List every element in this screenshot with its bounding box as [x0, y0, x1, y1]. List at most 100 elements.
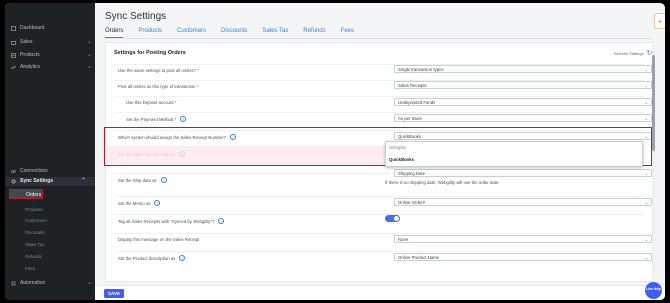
- scrollbar-thumb[interactable]: [652, 55, 655, 151]
- chevron-down-icon: ⌄: [644, 171, 648, 176]
- deposit-account-select[interactable]: Undeposited Funds ⌄: [394, 98, 652, 106]
- setting-label-text: Use the same settings to post all orders…: [118, 68, 199, 73]
- help-icon[interactable]: ?: [179, 255, 186, 261]
- help-icon[interactable]: ?: [154, 200, 161, 206]
- sidebar-item-label: Automation: [20, 280, 46, 286]
- select-value: As per Store: [398, 116, 422, 121]
- sidebar-item-label: Refunds: [25, 254, 42, 259]
- setting-label: Set the Payment Method *?: [126, 116, 187, 122]
- sidebar-item-label: Customers: [25, 218, 47, 223]
- sidebar-item-products[interactable]: Products ⌄: [11, 51, 92, 59]
- sidebar-subitem-customers[interactable]: Customers: [25, 217, 47, 224]
- chevron-up-icon: ⌃: [81, 178, 87, 184]
- setting-label-text: Tag all Sales Receipts with "Synced by W…: [118, 218, 215, 224]
- tab-sales-tax[interactable]: Sales Tax: [262, 28, 288, 38]
- sidebar-item-dashboard[interactable]: Dashboard: [11, 24, 44, 32]
- sidebar-subitem-fees[interactable]: Fees: [25, 265, 35, 272]
- setting-label-text: Use this Deposit account *: [126, 100, 177, 105]
- select-value: Shipping Date: [398, 171, 425, 176]
- tab-divider: [105, 38, 651, 39]
- sidebar: Dashboard Sales ⌄ Products ⌄ Analytics ⌄…: [5, 3, 95, 300]
- chevron-down-icon: ⌄: [87, 52, 93, 58]
- setting-label: Tag all Sales Receipts with "Synced by W…: [118, 218, 225, 224]
- scrollbar[interactable]: [652, 50, 655, 276]
- sidebar-item-label: Products: [25, 207, 43, 212]
- tab-discounts[interactable]: Discounts: [221, 28, 247, 38]
- setting-label: Set the Product description as?: [118, 255, 186, 261]
- chevron-down-icon: ⌄: [644, 83, 648, 88]
- setting-row: Tag all Sales Receipts with "Synced by W…: [114, 214, 644, 227]
- live-help-button[interactable]: Live Help: [645, 282, 662, 299]
- select-value: Online Product Name: [398, 255, 440, 260]
- refresh-label: Refresh Settings: [614, 50, 644, 56]
- sidebar-item-label: Sales Tax: [25, 242, 45, 247]
- plus-icon[interactable]: +: [654, 13, 665, 29]
- dashboard-icon: [11, 25, 16, 31]
- sidebar-item-label: Analytics: [20, 64, 41, 70]
- sidebar-item-sync-settings[interactable]: Sync Settings ⌃: [5, 177, 95, 186]
- tab-orders[interactable]: Orders: [105, 28, 124, 38]
- chevron-down-icon: ⌄: [644, 116, 648, 121]
- tab-customers[interactable]: Customers: [177, 28, 206, 38]
- app-window: Dashboard Sales ⌄ Products ⌄ Analytics ⌄…: [5, 3, 665, 300]
- tab-fees[interactable]: Fees: [341, 28, 354, 38]
- save-button[interactable]: SAVE: [104, 289, 124, 298]
- sidebar-item-analytics[interactable]: Analytics ⌄: [11, 63, 92, 71]
- setting-label: Post all orders as this type of transact…: [118, 84, 198, 89]
- select-value: None: [398, 237, 409, 242]
- chevron-down-icon: ⌄: [87, 280, 93, 286]
- chevron-down-icon: ⌄: [644, 67, 648, 72]
- message-select[interactable]: None ⌄: [394, 235, 652, 243]
- ship-date-hint: If there is no shipping date, Webgility …: [385, 180, 500, 185]
- chevron-down-icon: ⌄: [644, 237, 648, 242]
- product-description-select[interactable]: Online Product Name ⌄: [394, 253, 652, 261]
- setting-label: Use this Deposit account *: [126, 100, 176, 105]
- analytics-icon: [11, 65, 16, 69]
- card-title: Settings for Posting Orders: [114, 50, 186, 56]
- setting-label-text: Set the Memo as: [118, 200, 151, 206]
- select-value: Online Order#: [398, 200, 425, 205]
- setting-label-text: Set the Product description as: [118, 255, 176, 261]
- products-icon: [11, 52, 16, 58]
- dropdown-option-webgility[interactable]: Webgility: [389, 145, 406, 150]
- footer-bar: SAVE: [95, 285, 665, 300]
- tab-bar: Orders Products Customers Discounts Sale…: [105, 28, 369, 38]
- memo-select[interactable]: Online Order# ⌄: [394, 198, 652, 206]
- sidebar-subitem-sales-tax[interactable]: Sales Tax: [25, 241, 44, 248]
- dropdown-option-quickbooks[interactable]: QuickBooks: [389, 157, 414, 162]
- sidebar-item-automation[interactable]: Automation ⌄: [11, 279, 92, 287]
- payment-method-select[interactable]: As per Store ⌄: [394, 114, 652, 122]
- toggle-knob: [393, 215, 400, 222]
- sidebar-subitem-refunds[interactable]: Refunds: [25, 253, 42, 260]
- sidebar-item-label: Connections: [20, 168, 48, 174]
- select-value: Undeposited Funds: [398, 100, 436, 105]
- setting-label-text: Set the Payment Method *: [126, 116, 177, 122]
- tab-products[interactable]: Products: [138, 28, 162, 38]
- help-icon[interactable]: ?: [180, 116, 187, 122]
- transaction-type-select[interactable]: Sales Receipts ⌄: [394, 81, 652, 89]
- sidebar-subitem-products[interactable]: Products: [25, 206, 43, 213]
- sidebar-item-label: Orders: [26, 192, 42, 198]
- sidebar-item-connections[interactable]: Connections: [11, 167, 48, 175]
- sidebar-item-label: Fees: [25, 266, 36, 271]
- receipt-number-dropdown: Webgility QuickBooks: [385, 141, 643, 167]
- sidebar-item-sales[interactable]: Sales ⌄: [11, 38, 92, 46]
- sidebar-subitem-discounts[interactable]: Discounts: [25, 229, 45, 236]
- chevron-down-icon: ⌄: [644, 200, 648, 205]
- setting-label-text: Post all orders as this type of transact…: [118, 84, 199, 89]
- chevron-down-icon: ⌄: [644, 255, 648, 260]
- chevron-down-icon: ⌄: [87, 64, 93, 70]
- synced-by-toggle[interactable]: [385, 215, 400, 222]
- page-title: Sync Settings: [105, 11, 167, 22]
- sidebar-subitem-orders[interactable]: Orders: [9, 189, 43, 199]
- help-icon[interactable]: ?: [160, 177, 167, 183]
- chevron-down-icon: ⌄: [87, 39, 93, 45]
- sidebar-item-label: Discounts: [25, 230, 45, 235]
- post-same-settings-select[interactable]: Single transaction types ⌄: [394, 65, 652, 73]
- help-icon[interactable]: ?: [218, 218, 225, 224]
- refresh-settings-button[interactable]: Refresh Settings ↻: [614, 49, 652, 57]
- setting-label: Use the same settings to post all orders…: [118, 68, 199, 73]
- ship-date-select[interactable]: Shipping Date ⌄: [394, 169, 652, 177]
- tab-refunds[interactable]: Refunds: [303, 28, 325, 38]
- sidebar-item-label: Dashboard: [20, 25, 45, 31]
